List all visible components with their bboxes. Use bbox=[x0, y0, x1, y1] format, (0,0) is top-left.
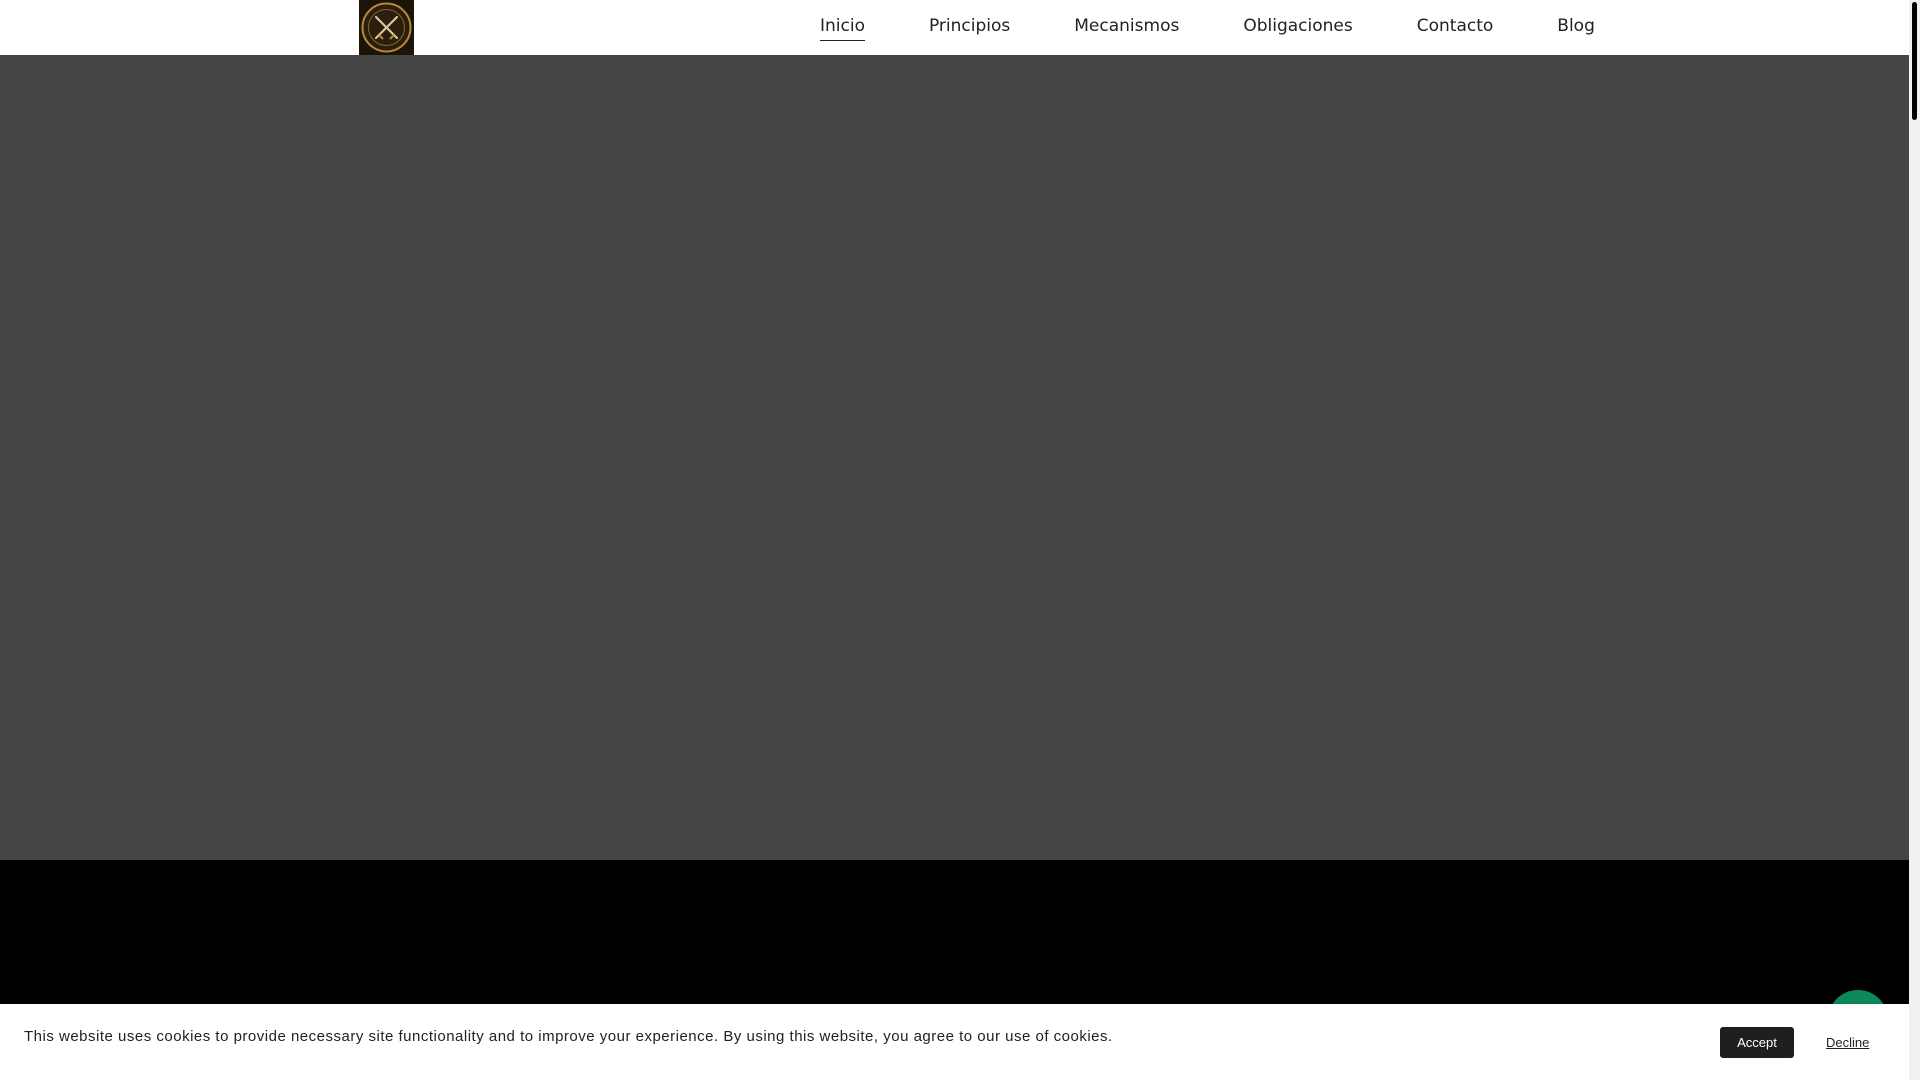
crossed-swords-emblem-icon bbox=[361, 2, 412, 53]
cookie-message: This website uses cookies to provide nec… bbox=[24, 1028, 1113, 1045]
decline-cookies-link[interactable]: Decline bbox=[1826, 1035, 1869, 1050]
accept-cookies-button[interactable]: Accept bbox=[1720, 1027, 1794, 1058]
cookie-banner: This website uses cookies to provide nec… bbox=[0, 1004, 1909, 1080]
page: Inicio Principios Mecanismos Obligacione… bbox=[0, 0, 1909, 1080]
nav-item-mecanismos[interactable]: Mecanismos bbox=[1074, 15, 1179, 40]
nav-item-contacto[interactable]: Contacto bbox=[1417, 15, 1494, 40]
nav-item-blog[interactable]: Blog bbox=[1557, 15, 1595, 40]
nav-item-inicio[interactable]: Inicio bbox=[820, 15, 865, 41]
hero-section bbox=[0, 55, 1909, 860]
scrollbar-thumb[interactable] bbox=[1912, 2, 1917, 120]
site-logo[interactable] bbox=[359, 0, 414, 55]
site-header: Inicio Principios Mecanismos Obligacione… bbox=[0, 0, 1909, 55]
nav-item-obligaciones[interactable]: Obligaciones bbox=[1243, 15, 1352, 40]
page-scrollbar[interactable] bbox=[1909, 0, 1920, 1080]
nav-item-principios[interactable]: Principios bbox=[929, 15, 1010, 40]
main-nav: Inicio Principios Mecanismos Obligacione… bbox=[820, 0, 1595, 55]
